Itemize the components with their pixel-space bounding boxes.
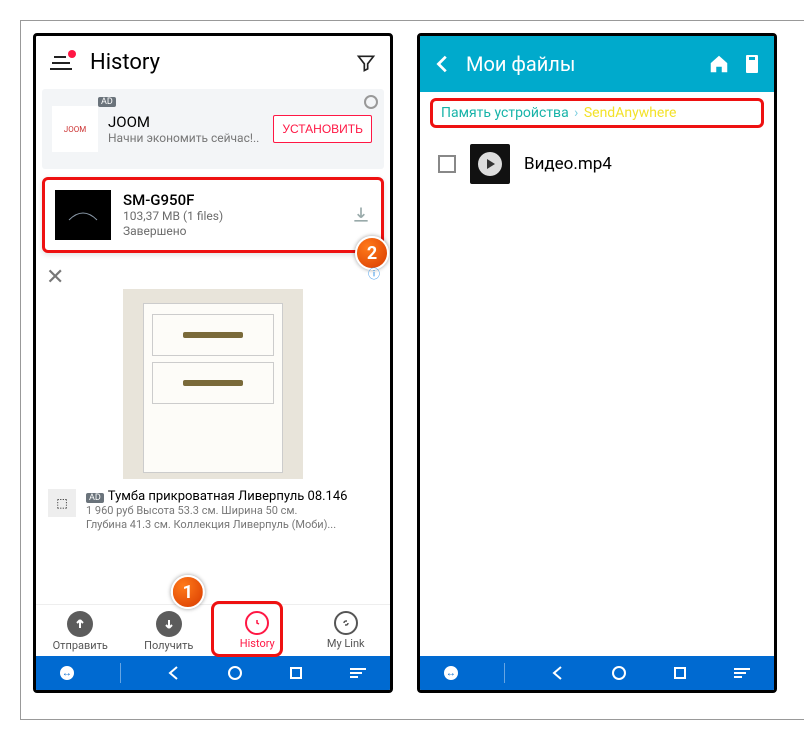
arrow-up-icon: [67, 611, 93, 637]
drawer-icon[interactable]: [348, 666, 368, 680]
file-mgr-header: Мои файлы: [420, 36, 774, 92]
ad-image: [123, 289, 303, 479]
transfer-meta: 103,37 MB (1 files): [123, 209, 339, 224]
android-navbar: ↔: [36, 656, 390, 690]
ad-joom[interactable]: JOOM AD JOOM Начни экономить сейчас!.. У…: [42, 89, 384, 169]
ad-subtitle: Начни экономить сейчас!..: [108, 131, 263, 145]
teamviewer-icon[interactable]: ↔: [442, 664, 460, 682]
nav-mylink[interactable]: My Link: [302, 611, 391, 652]
arrow-down-icon: [156, 611, 182, 637]
right-screen: Мои файлы Память устройства › SendAnywhe…: [417, 33, 777, 693]
transfer-thumb: [55, 190, 111, 240]
left-screen: History JOOM AD JOOM Начни экономить сей…: [33, 33, 393, 693]
menu-icon[interactable]: [50, 54, 74, 72]
crumb-folder[interactable]: SendAnywhere: [584, 105, 677, 121]
link-icon: [334, 611, 358, 635]
ad2-line1: 1 960 руб Высота 53.3 см. Ширина 50 см.: [86, 504, 378, 518]
play-icon: [478, 152, 502, 176]
file-item[interactable]: Видео.mp4: [420, 134, 774, 194]
ad-info-icon[interactable]: [364, 95, 378, 109]
nav-receive[interactable]: Получить: [125, 611, 214, 652]
bottom-nav: 1 Отправить Получить History My Link: [36, 604, 390, 656]
header-title: Мои файлы: [466, 52, 575, 76]
checkbox[interactable]: [438, 155, 456, 173]
ad2-title: ADТумба прикроватная Ливерпуль 08.146: [86, 489, 378, 504]
file-name: Видео.mp4: [524, 154, 612, 174]
back-icon[interactable]: [549, 664, 567, 682]
transfer-item[interactable]: SM-G950F 103,37 MB (1 files) Завершено 2: [42, 177, 384, 253]
ad-info-icon[interactable]: ⓘ: [368, 265, 380, 282]
ad2-line2: Глубина 41.3 см. Коллекция Ливерпуль (Мо…: [86, 518, 378, 532]
chevron-right-icon: ›: [571, 105, 582, 121]
highlight-box: [211, 601, 283, 657]
recent-icon[interactable]: [288, 665, 304, 681]
download-icon[interactable]: [351, 205, 371, 225]
nav-send[interactable]: Отправить: [36, 611, 125, 652]
filter-icon[interactable]: [356, 53, 376, 73]
close-icon[interactable]: ✕: [46, 265, 64, 290]
drawer-icon[interactable]: [732, 666, 752, 680]
transfer-name: SM-G950F: [123, 191, 339, 210]
transfer-status: Завершено: [123, 224, 339, 239]
home-icon[interactable]: [226, 664, 244, 682]
ad-title: JOOM: [108, 113, 263, 131]
recent-icon[interactable]: [672, 665, 688, 681]
ad-tag: AD: [98, 97, 116, 107]
install-button[interactable]: УСТАНОВИТЬ: [273, 115, 372, 143]
teamviewer-icon[interactable]: ↔: [58, 664, 76, 682]
home-icon[interactable]: [708, 53, 730, 75]
ad-mini-thumb: ⬚: [48, 489, 76, 517]
storage-icon[interactable]: [742, 53, 762, 75]
video-thumb: [470, 144, 510, 184]
home-icon[interactable]: [610, 664, 628, 682]
crumb-root[interactable]: Память устройства: [441, 105, 569, 121]
android-navbar: ↔: [420, 656, 774, 690]
app-header: History: [36, 36, 390, 89]
annotation-1: 1: [171, 575, 205, 609]
ad-furniture[interactable]: ✕ ⓘ ⬚ ADТумба прикроватная Ливерпуль 08.…: [46, 265, 380, 532]
back-icon[interactable]: [165, 664, 183, 682]
page-title: History: [90, 50, 340, 75]
ad-thumb: JOOM: [52, 106, 98, 152]
breadcrumb[interactable]: Память устройства › SendAnywhere: [430, 98, 764, 128]
back-icon[interactable]: [432, 53, 454, 75]
